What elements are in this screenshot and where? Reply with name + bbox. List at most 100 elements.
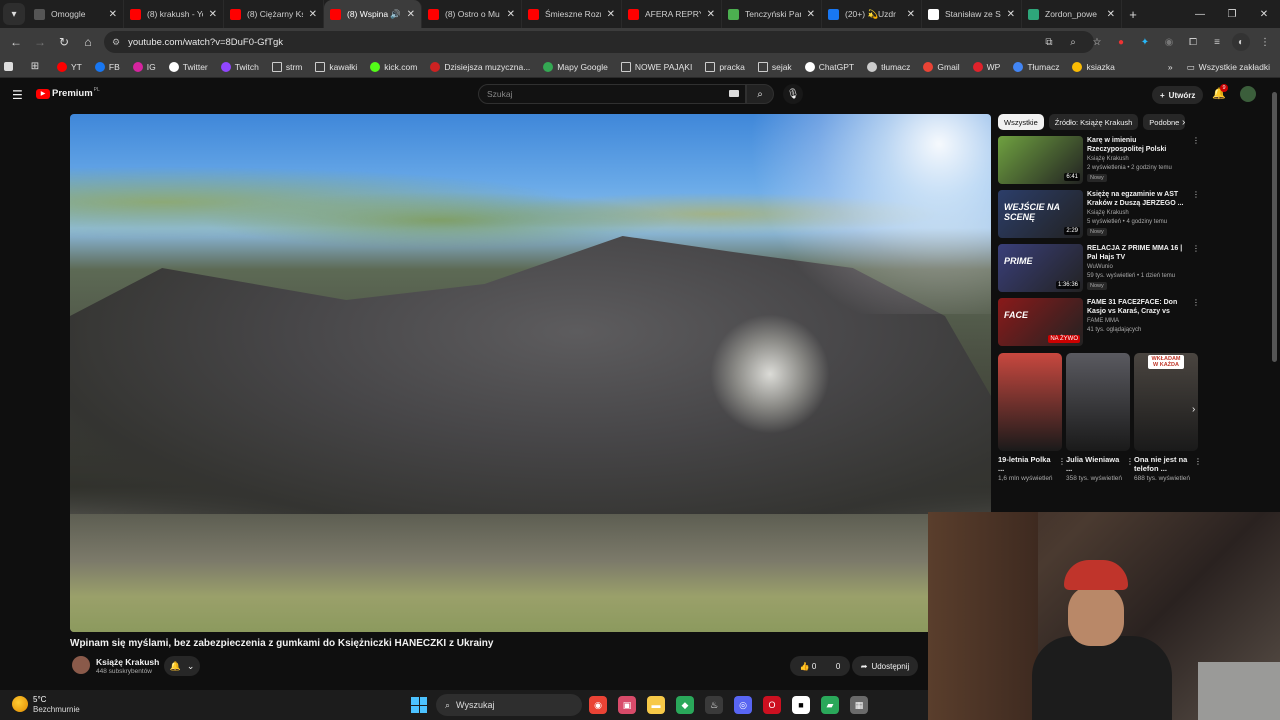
notion-icon[interactable]: ■ [792, 696, 810, 714]
share-button[interactable]: ➦ Udostępnij [852, 656, 918, 676]
recommendation-channel[interactable]: Książę Krakush [1087, 156, 1129, 162]
steam-icon[interactable]: ♨ [705, 696, 723, 714]
tab-close-icon[interactable]: ✕ [309, 9, 317, 20]
video-thumbnail[interactable]: WEJŚCIE NA SCENĘ 2:29 [998, 190, 1083, 238]
bookmark-item[interactable]: kick.com [370, 61, 417, 72]
tab-audio-icon[interactable]: 🔊 [390, 9, 401, 20]
search-button[interactable]: ⌕ [746, 84, 774, 104]
tab-close-icon[interactable]: ✕ [209, 9, 217, 20]
browser-tab[interactable]: Zordon_powe ✕ [1022, 0, 1122, 28]
back-icon[interactable]: ← [4, 35, 28, 49]
site-info-icon[interactable]: ⚙ [112, 37, 120, 48]
tab-groups-icon[interactable]: ⊞ [30, 61, 44, 72]
browser-tab[interactable]: Stanisław ze Sz ✕ [922, 0, 1022, 28]
home-icon[interactable]: ⌂ [76, 35, 100, 49]
video-player[interactable] [70, 114, 991, 632]
filter-chip[interactable]: Wszystkie [998, 114, 1044, 130]
keyboard-icon[interactable] [729, 90, 739, 97]
minimize-icon[interactable]: — [1184, 9, 1216, 20]
forward-icon[interactable]: → [28, 35, 52, 49]
bookmark-item[interactable]: kawałki [315, 61, 357, 72]
short-item[interactable]: 19-letnia Polka ... 1,6 mln wyświetleń ⋮ [998, 353, 1066, 482]
short-thumbnail[interactable]: WKŁADAM W KAŻDA [1134, 353, 1198, 451]
photo-icon[interactable]: ▣ [618, 696, 636, 714]
short-thumbnail[interactable] [998, 353, 1062, 451]
subscription-bell-button[interactable]: 🔔 ⌄ [164, 656, 200, 676]
discord-icon[interactable]: ◎ [734, 696, 752, 714]
bookmark-item[interactable]: Twitch [220, 61, 259, 72]
recommendation-item[interactable]: FACE NA ŻYWO FAME 31 FACE2FACE: Don Kasjo … [998, 298, 1200, 346]
tab-close-icon[interactable]: ✕ [907, 9, 915, 20]
recommendation-channel[interactable]: WuWunio [1087, 264, 1113, 270]
recommendation-item[interactable]: WEJŚCIE NA SCENĘ 2:29 Księżę na egzaminie … [998, 190, 1200, 238]
tab-close-icon[interactable]: ✕ [607, 9, 615, 20]
shorts-next-icon[interactable]: › [1192, 404, 1195, 415]
bookmark-item[interactable]: Twitter [168, 61, 208, 72]
search-input[interactable]: Szukaj [478, 84, 746, 104]
tab-close-icon[interactable]: ✕ [807, 9, 815, 20]
bookmark-item[interactable]: tłumacz [867, 61, 910, 72]
browser-tab[interactable]: (8) Ostro o Mu ✕ [422, 0, 522, 28]
tab-close-icon[interactable]: ✕ [1007, 9, 1015, 20]
reload-icon[interactable]: ↻ [52, 35, 76, 49]
new-tab-button[interactable]: + [1122, 7, 1144, 22]
channel-name[interactable]: Książę Krakush [96, 657, 159, 667]
app-icon[interactable]: ▰ [821, 696, 839, 714]
more-options-icon[interactable]: ⋮ [1126, 457, 1134, 466]
hamburger-menu-icon[interactable]: ☰ [12, 88, 23, 102]
more-options-icon[interactable]: ⋮ [1192, 298, 1200, 307]
bookmark-item[interactable]: pracka [705, 61, 745, 72]
browser-tab[interactable]: (8) Ciężarny Ks ✕ [224, 0, 324, 28]
tab-close-icon[interactable]: ✕ [707, 9, 715, 20]
calculator-icon[interactable]: ▦ [850, 696, 868, 714]
bookmark-item[interactable]: Dzisiejsza muzyczna... [430, 61, 530, 72]
voice-search-button[interactable]: 🎙 [783, 84, 803, 104]
tab-close-icon[interactable]: ✕ [407, 9, 415, 20]
tab-close-icon[interactable]: ✕ [109, 9, 117, 20]
filter-chip[interactable]: Źródło: Książę Krakush [1048, 114, 1139, 130]
browser-tab[interactable]: (8) krakush - Yo ✕ [124, 0, 224, 28]
zoom-icon[interactable]: ⌕ [1064, 33, 1082, 51]
account-avatar[interactable] [1240, 86, 1256, 102]
browser-tab[interactable]: Śmieszne Rozm ✕ [522, 0, 622, 28]
weather-description[interactable]: Bezchmurnie [33, 705, 80, 714]
bookmark-item[interactable]: YT [57, 61, 82, 72]
folder-icon[interactable]: ▬ [647, 696, 665, 714]
bookmark-item[interactable]: WP [972, 61, 1000, 72]
bookmark-star-icon[interactable]: ☆ [1088, 33, 1106, 51]
more-options-icon[interactable]: ⋮ [1192, 136, 1200, 145]
recommendation-channel[interactable]: FAME MMA [1087, 318, 1119, 324]
bookmark-item[interactable]: ksiazka [1072, 61, 1115, 72]
video-thumbnail[interactable]: PRIME 1:36:36 [998, 244, 1083, 292]
like-button[interactable]: 👍 0 [800, 662, 817, 671]
address-bar[interactable]: ⚙ youtube.com/watch?v=8DuF0-GfTgk [104, 31, 1094, 53]
tab-search-menu-icon[interactable]: ▾ [3, 3, 25, 25]
more-options-icon[interactable]: ⋮ [1058, 457, 1066, 466]
page-scrollbar[interactable] [1272, 92, 1277, 362]
video-thumbnail[interactable]: 6:41 [998, 136, 1083, 184]
bookmark-item[interactable]: NOWE PAJĄKI [620, 61, 692, 72]
taskbar-search[interactable]: ⌕ Wyszukaj [436, 694, 582, 716]
bookmark-item[interactable]: IG [132, 61, 156, 72]
recommendation-channel[interactable]: Książę Krakush [1087, 210, 1129, 216]
install-app-icon[interactable]: ⧉ [1040, 33, 1058, 51]
extension-icon[interactable]: ✦ [1136, 33, 1154, 51]
weather-sun-icon[interactable] [12, 696, 28, 712]
bookmark-item[interactable]: Mapy Google [543, 61, 608, 72]
tab-close-icon[interactable]: ✕ [507, 9, 515, 20]
close-window-icon[interactable]: ✕ [1248, 9, 1280, 20]
more-options-icon[interactable]: ⋮ [1192, 190, 1200, 199]
restore-icon[interactable]: ❐ [1216, 9, 1248, 20]
bookmark-item[interactable]: Gmail [923, 61, 960, 72]
dislike-button[interactable]: 0 [836, 662, 840, 671]
security-icon[interactable]: ◆ [676, 696, 694, 714]
chevron-right-icon[interactable]: » [1168, 62, 1173, 72]
filter-chip[interactable]: Podobne [1143, 114, 1186, 130]
profile-avatar[interactable]: ◐ [1232, 33, 1250, 51]
extension-gray-icon[interactable]: ◉ [1160, 33, 1178, 51]
create-button[interactable]: + Utwórz [1152, 86, 1204, 104]
more-options-icon[interactable]: ⋮ [1192, 244, 1200, 253]
browser-tab[interactable]: (20+) 💫Uzdr ✕ [822, 0, 922, 28]
apps-grid-icon[interactable] [4, 62, 17, 71]
youtube-logo[interactable]: ▶ Premium PL [36, 87, 100, 99]
